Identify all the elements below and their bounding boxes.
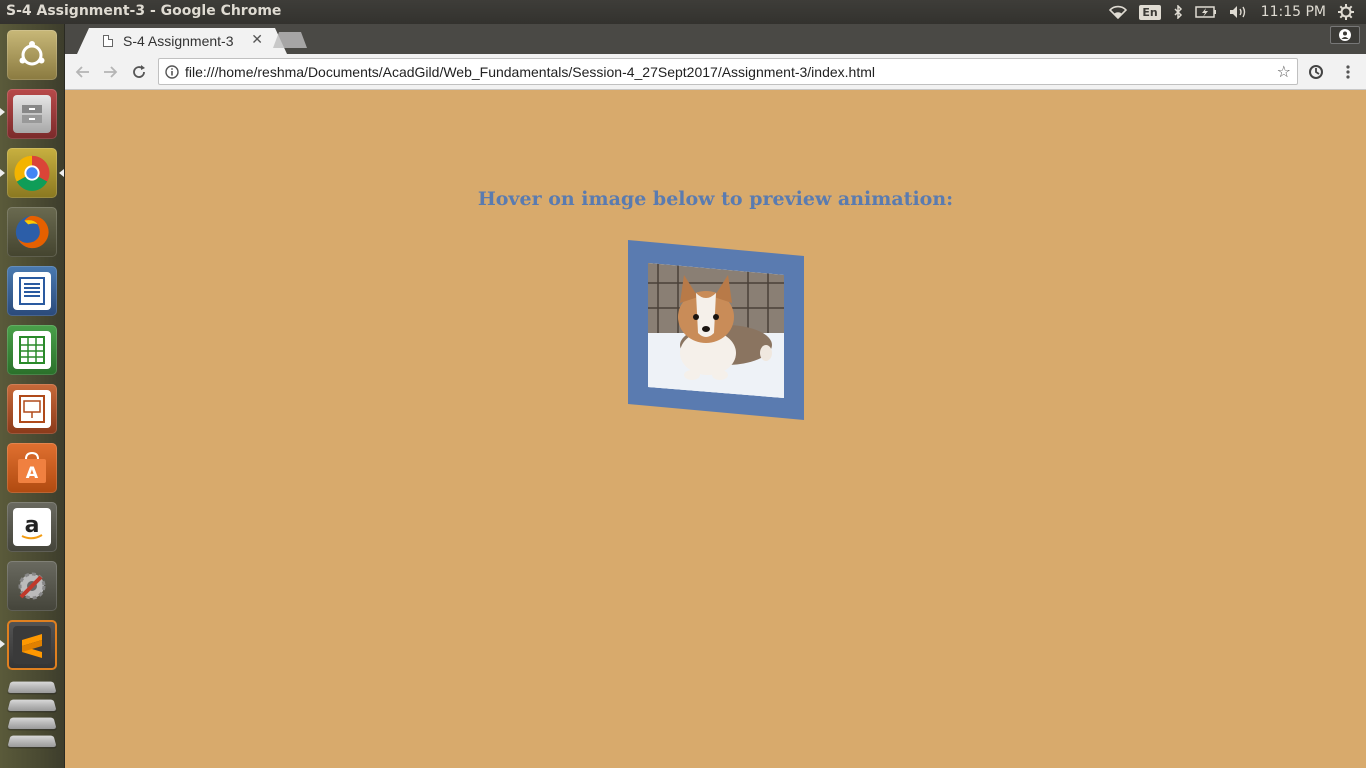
tab-strip: S-4 Assignment-3 ✕ (65, 24, 1366, 54)
running-indicator (0, 169, 5, 177)
back-arrow-icon[interactable] (72, 61, 94, 83)
firefox-logo-icon (13, 213, 51, 251)
writer-launcher[interactable] (7, 266, 57, 316)
page-favicon-icon (103, 35, 113, 47)
top-panel: S-4 Assignment-3 - Google Chrome En 11:1… (0, 0, 1366, 24)
software-center-launcher[interactable]: A (7, 443, 57, 493)
focused-indicator (59, 169, 64, 177)
shopping-bag-icon: A (13, 449, 51, 487)
amazon-launcher[interactable]: a (7, 502, 57, 552)
new-tab-button[interactable] (273, 32, 307, 48)
ubuntu-dash-button[interactable] (7, 30, 57, 80)
svg-text:A: A (26, 463, 39, 482)
spreadsheet-calc-icon (13, 331, 51, 369)
keyboard-layout-indicator[interactable]: En (1139, 4, 1161, 20)
impress-launcher[interactable] (7, 384, 57, 434)
presentation-impress-icon (13, 390, 51, 428)
url-text: file:///home/reshma/Documents/AcadGild/W… (185, 63, 875, 80)
ubuntu-logo-icon (13, 36, 51, 74)
tab-close-icon[interactable]: ✕ (251, 32, 263, 48)
workspace-switcher-icon[interactable] (7, 735, 57, 748)
document-writer-icon (13, 272, 51, 310)
bookmark-star-icon[interactable]: ☆ (1277, 62, 1291, 81)
unity-launcher: A a (0, 24, 65, 768)
firefox-launcher[interactable] (7, 207, 57, 257)
wifi-icon[interactable] (1109, 5, 1128, 19)
amazon-logo-icon: a (13, 508, 51, 546)
svg-text:a: a (25, 513, 40, 538)
tab-active[interactable]: S-4 Assignment-3 ✕ (77, 28, 287, 54)
system-settings-launcher[interactable] (7, 561, 57, 611)
chrome-launcher[interactable] (7, 148, 57, 198)
settings-wrench-gear-icon (13, 567, 51, 605)
sync-extension-icon[interactable] (1305, 61, 1327, 83)
forward-arrow-icon[interactable] (99, 61, 121, 83)
page-viewport: Hover on image below to preview animatio… (65, 90, 1366, 768)
calc-launcher[interactable] (7, 325, 57, 375)
browser-toolbar: file:///home/reshma/Documents/AcadGild/W… (65, 54, 1366, 90)
profile-person-icon (1339, 29, 1351, 41)
running-indicator (0, 108, 5, 116)
corgi-puppy-photo[interactable] (648, 263, 784, 398)
menu-kebab-icon[interactable] (1337, 61, 1359, 83)
system-tray: En 11:15 PM (1109, 0, 1366, 24)
address-bar[interactable]: file:///home/reshma/Documents/AcadGild/W… (158, 58, 1298, 85)
page-heading: Hover on image below to preview animatio… (477, 188, 954, 210)
workspace-switcher-icon[interactable] (7, 717, 57, 730)
files-launcher[interactable] (7, 89, 57, 139)
settings-gear-icon[interactable] (1338, 4, 1354, 20)
window-title: S-4 Assignment-3 - Google Chrome (6, 3, 282, 19)
reload-icon[interactable] (128, 61, 150, 83)
sublime-text-launcher[interactable] (7, 620, 57, 670)
clock[interactable]: 11:15 PM (1261, 4, 1326, 20)
workspace-switcher-icon[interactable] (7, 699, 57, 712)
workspace-switcher-icon[interactable] (7, 681, 57, 694)
info-icon[interactable] (165, 64, 179, 83)
chrome-logo-icon (13, 154, 51, 192)
bluetooth-icon[interactable] (1173, 5, 1183, 19)
file-cabinet-icon (13, 95, 51, 133)
running-indicator (0, 640, 5, 648)
profile-button[interactable] (1330, 26, 1360, 44)
battery-icon[interactable] (1194, 6, 1217, 18)
volume-icon[interactable] (1229, 5, 1249, 19)
tab-title: S-4 Assignment-3 (123, 33, 234, 49)
sublime-logo-icon (13, 626, 51, 664)
